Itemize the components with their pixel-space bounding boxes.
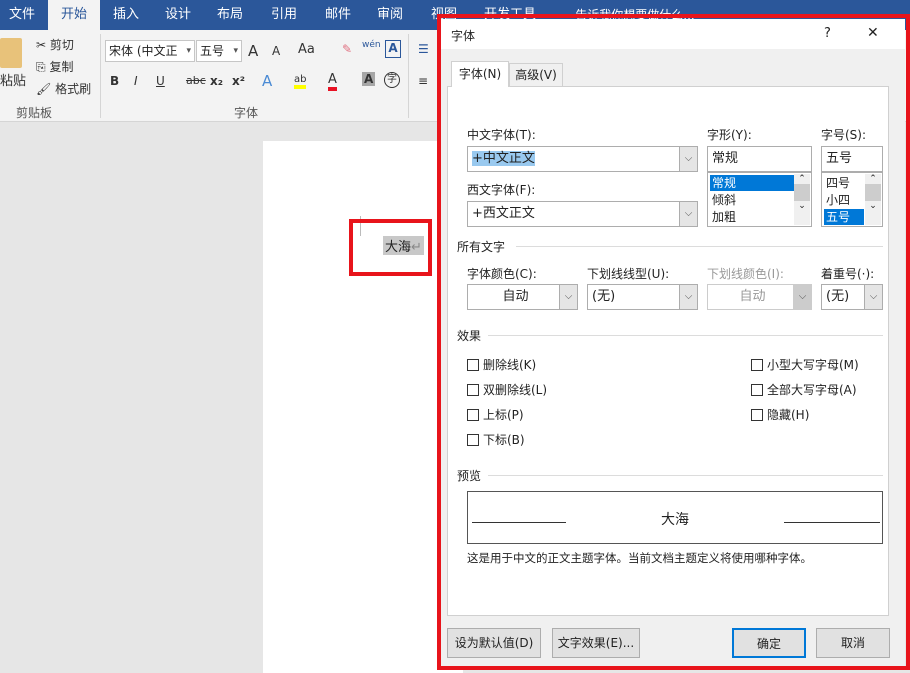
tab-references[interactable]: 引用: [258, 0, 310, 30]
align-left-icon[interactable]: ≡: [418, 74, 428, 88]
tab-layout[interactable]: 布局: [204, 0, 256, 30]
scissors-icon: ✂: [36, 38, 47, 52]
tab-home[interactable]: 开始: [48, 0, 100, 30]
tab-review[interactable]: 审阅: [364, 0, 416, 30]
clear-format-icon[interactable]: ✎: [342, 42, 352, 56]
tab-font[interactable]: 字体(N): [451, 61, 509, 87]
bullets-icon[interactable]: ☰: [418, 42, 429, 56]
phonetic-guide-button[interactable]: wén: [362, 40, 381, 50]
chevron-down-icon: ▾: [186, 46, 191, 56]
underline-button[interactable]: U: [156, 74, 165, 88]
format-painter-label: 格式刷: [55, 82, 92, 96]
char-border-button[interactable]: A: [385, 40, 401, 58]
tab-mailings[interactable]: 邮件: [312, 0, 364, 30]
italic-button[interactable]: I: [134, 74, 138, 88]
change-case-button[interactable]: Aa: [298, 42, 315, 57]
font-name-combo[interactable]: 宋体 (中文正文) ▾: [105, 40, 195, 62]
font-group-label: 字体: [234, 106, 259, 120]
shrink-font-button[interactable]: A: [272, 44, 280, 58]
subscript-button[interactable]: x₂: [210, 74, 223, 88]
format-painter-button[interactable]: 🖌 格式刷: [36, 80, 91, 97]
paste-button[interactable]: 粘贴: [0, 70, 26, 89]
clipboard-group-label: 剪贴板: [16, 106, 53, 120]
tab-design[interactable]: 设计: [152, 0, 204, 30]
tab-insert[interactable]: 插入: [100, 0, 152, 30]
cut-button[interactable]: ✂ 剪切: [36, 36, 74, 53]
chevron-down-icon: ▾: [233, 46, 238, 56]
tab-file[interactable]: 文件: [0, 0, 44, 30]
copy-label: 复制: [49, 60, 74, 74]
superscript-button[interactable]: x²: [232, 74, 245, 88]
copy-icon: ⎘: [36, 60, 46, 74]
highlight-icon[interactable]: ab: [294, 74, 307, 89]
char-shading-icon[interactable]: A: [362, 72, 376, 86]
enclose-char-button[interactable]: 字: [384, 72, 400, 88]
bold-button[interactable]: B: [110, 74, 119, 88]
font-size-combo[interactable]: 五号 ▾: [196, 40, 242, 62]
dialog-highlight-annotation: [437, 14, 910, 670]
paste-icon: [0, 38, 22, 68]
brush-icon: 🖌: [36, 82, 52, 96]
strikethrough-button[interactable]: abc: [186, 74, 206, 87]
font-size-value: 五号: [200, 44, 225, 58]
text-effects-icon[interactable]: A: [262, 72, 272, 90]
highlight-annotation: [349, 219, 432, 276]
font-color-icon[interactable]: A: [328, 72, 337, 91]
grow-font-button[interactable]: A: [248, 42, 258, 60]
cut-label: 剪切: [49, 38, 74, 52]
font-name-value: 宋体 (中文正文): [109, 44, 178, 58]
copy-button[interactable]: ⎘ 复制: [36, 58, 73, 75]
